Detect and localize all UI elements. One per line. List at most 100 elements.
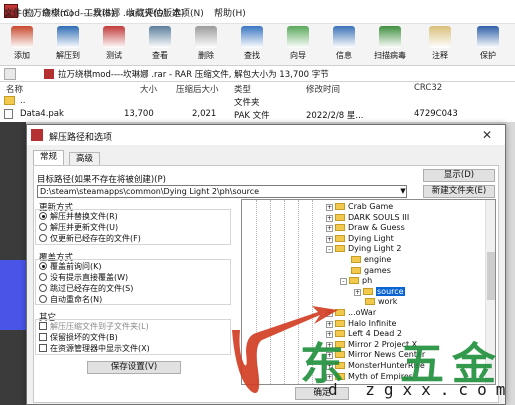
tree-item[interactable]: + Halo Infinite xyxy=(326,319,396,329)
title-bar: 拉万绕棋mod----坎琳娜 .rar (评估版本) xyxy=(0,0,515,24)
close-icon[interactable]: ✕ xyxy=(477,128,497,142)
tree-guide-line xyxy=(270,200,271,384)
expand-icon[interactable]: + xyxy=(326,214,333,222)
protect-button[interactable]: 保护 xyxy=(468,26,508,64)
expand-icon[interactable]: + xyxy=(326,352,333,360)
menu-tools[interactable]: 工具(S) xyxy=(84,6,115,19)
expand-icon[interactable]: + xyxy=(326,204,333,211)
tree-item[interactable]: + Mirror 2 Project X xyxy=(326,340,417,350)
tree-guide-line xyxy=(284,200,285,384)
menu-file[interactable]: 文件(F) xyxy=(4,6,34,19)
expand-icon[interactable]: + xyxy=(326,235,333,243)
view-button[interactable]: 查看 xyxy=(140,26,180,64)
tree-item[interactable]: + DARK SOULS III xyxy=(326,213,409,223)
tree-item[interactable]: + ...oWar xyxy=(326,308,376,318)
tree-item[interactable]: - ph xyxy=(340,276,372,286)
update-option-fresh[interactable]: 仅更新已经存在的文件(F) xyxy=(39,233,141,244)
tree-item-label: Mirror News Center xyxy=(348,350,426,360)
save-settings-button[interactable]: 保存设置(V) xyxy=(87,361,181,374)
up-folder-button[interactable] xyxy=(4,68,16,80)
tree-item[interactable]: + Draw & Guess xyxy=(326,223,405,233)
tree-item[interactable]: + Myth of Empires xyxy=(326,372,413,382)
scrollbar-thumb[interactable] xyxy=(487,252,495,300)
folder-icon xyxy=(335,372,345,380)
tree-item[interactable]: engine xyxy=(340,255,391,265)
expand-icon[interactable]: + xyxy=(326,310,333,317)
scan-virus-button[interactable]: 扫描病毒 xyxy=(370,26,410,64)
folder-icon xyxy=(335,340,345,348)
update-option-update[interactable]: 解压并更新文件(U) xyxy=(39,222,118,233)
tree-guide-line xyxy=(256,200,257,384)
menu-favorites[interactable]: 收藏夹(O) xyxy=(126,6,167,19)
expand-icon[interactable]: + xyxy=(326,363,333,370)
add-button[interactable]: 添加 xyxy=(2,26,42,64)
extract-to-button[interactable]: 解压到 xyxy=(48,26,88,64)
misc-option-keep-broken[interactable]: 保留损坏的文件(B) xyxy=(39,332,118,343)
find-button[interactable]: 查找 xyxy=(232,26,272,64)
expand-icon[interactable]: + xyxy=(326,225,333,233)
expand-icon[interactable]: + xyxy=(326,373,333,381)
menu-options[interactable]: 选项(N) xyxy=(172,6,204,19)
tree-item[interactable]: games xyxy=(340,266,391,276)
tree-item[interactable]: + MonsterHunterRise xyxy=(326,361,425,371)
tree-item[interactable]: - Dying Light 2 xyxy=(326,244,401,254)
destination-path-input[interactable]: D:\steam\steamapps\common\Dying Light 2\… xyxy=(37,185,407,198)
new-folder-button[interactable]: 新建文件夹(E) xyxy=(423,185,495,198)
column-type[interactable]: 类型 xyxy=(234,83,251,95)
expand-icon[interactable]: + xyxy=(326,331,333,339)
tree-item[interactable]: + Dying Light xyxy=(326,234,394,244)
tree-item-label: Halo Infinite xyxy=(348,318,397,328)
tree-scrollbar[interactable] xyxy=(485,200,495,384)
column-size[interactable]: 大小 xyxy=(140,83,157,95)
expand-icon[interactable]: + xyxy=(326,341,333,349)
comment-icon xyxy=(429,26,451,48)
wizard-button[interactable]: 向导 xyxy=(278,26,318,64)
folder-tree[interactable]: + Crab Game + DARK SOULS III + Draw & Guess + D… xyxy=(241,199,496,385)
column-crc[interactable]: CRC32 xyxy=(414,83,442,93)
overwrite-option-ask[interactable]: 覆盖前询问(K) xyxy=(39,261,102,272)
folder-icon xyxy=(365,298,375,306)
file-list: 名称 大小 压缩后大小 类型 修改时间 CRC32 .. 文件夹 Data4.p… xyxy=(0,82,515,122)
toolbar: 添加 解压到 测试 查看 删除 查找 向导 信息 扫描病毒 注释 保护 xyxy=(0,24,515,66)
collapse-icon[interactable]: - xyxy=(340,278,347,286)
dialog-title: 解压路径和选项 xyxy=(49,133,113,143)
tree-item[interactable]: + Mirror News Center xyxy=(326,350,425,360)
wizard-icon xyxy=(287,26,309,48)
misc-option-subfolder[interactable]: 解压压缩文件到子文件夹(L) xyxy=(39,321,149,332)
delete-button[interactable]: 删除 xyxy=(186,26,226,64)
test-button[interactable]: 测试 xyxy=(94,26,134,64)
tree-item[interactable]: work xyxy=(354,297,397,307)
menu-commands[interactable]: 命令(C) xyxy=(42,6,73,19)
list-item[interactable]: Data4.pak 13,700 2,021 PAK 文件 2022/2/8 星… xyxy=(0,108,515,121)
background-fragment xyxy=(0,260,26,330)
comment-button[interactable]: 注释 xyxy=(420,26,460,64)
tree-item[interactable]: + Left 4 Dead 2 xyxy=(326,329,402,339)
folder-icon xyxy=(335,362,345,369)
extract-to-icon xyxy=(57,26,79,48)
expand-icon[interactable]: + xyxy=(354,288,361,296)
column-modified[interactable]: 修改时间 xyxy=(306,83,340,95)
update-option-replace[interactable]: 解压并替换文件(R) xyxy=(39,211,118,222)
overwrite-option-skip[interactable]: 跳过已经存在的文件(S) xyxy=(39,283,133,294)
column-packed[interactable]: 压缩后大小 xyxy=(176,83,219,95)
tree-item[interactable]: + source xyxy=(354,286,405,297)
winrar-window: 拉万绕棋mod----坎琳娜 .rar (评估版本) 添加 解压到 测试 查看 … xyxy=(0,0,515,405)
chevron-down-icon[interactable]: ▼ xyxy=(399,186,407,197)
misc-option-show-explorer[interactable]: 在资源管理器中显示文件(X) xyxy=(39,343,150,354)
tree-item[interactable]: + Crab Game xyxy=(326,202,393,212)
collapse-icon[interactable]: - xyxy=(326,246,333,254)
column-name[interactable]: 名称 xyxy=(6,83,23,95)
test-icon xyxy=(103,26,125,48)
delete-icon xyxy=(195,26,217,48)
overwrite-option-silent[interactable]: 没有提示直接覆盖(W) xyxy=(39,272,128,283)
show-button[interactable]: 显示(D) xyxy=(423,169,495,182)
overwrite-option-rename[interactable]: 自动重命名(N) xyxy=(39,294,102,305)
menu-help[interactable]: 帮助(H) xyxy=(214,6,246,19)
tab-general[interactable]: 常规 xyxy=(33,150,65,166)
expand-icon[interactable]: + xyxy=(326,320,333,328)
tree-item-label: engine xyxy=(364,255,392,264)
info-button[interactable]: 信息 xyxy=(324,26,364,64)
tab-advanced[interactable]: 高级 xyxy=(69,152,101,166)
ok-button[interactable]: 确定 xyxy=(295,387,349,400)
list-item[interactable]: .. 文件夹 xyxy=(0,95,515,108)
